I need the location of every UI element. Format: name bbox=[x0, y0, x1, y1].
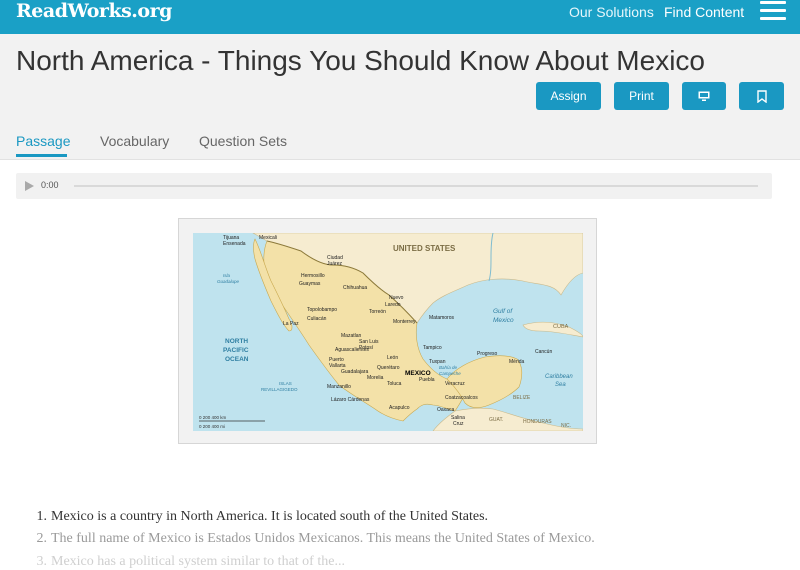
map-figure: UNITED STATES MEXICO NORTH PACIFIC OCEAN… bbox=[178, 218, 597, 444]
map-city-label: Torreón bbox=[369, 309, 386, 315]
map-label-pacific: PACIFIC bbox=[223, 347, 249, 354]
map-city-label: Guadalajara bbox=[341, 369, 368, 375]
monitor-icon bbox=[698, 91, 710, 102]
map-label-belize: BELIZE bbox=[513, 395, 531, 401]
map-city-label: Monterrey bbox=[393, 319, 416, 325]
map-city-label: Lázaro Cárdenas bbox=[331, 397, 370, 403]
page-title: North America - Things You Should Know A… bbox=[16, 45, 705, 76]
line-text: The full name of Mexico is Estados Unido… bbox=[51, 531, 595, 546]
passage-line: 1. Mexico is a country in North America. … bbox=[30, 509, 489, 525]
nav-find-content[interactable]: Find Content bbox=[664, 4, 744, 20]
map-label-cuba: CUBA bbox=[553, 324, 569, 330]
map-label-mexico: MEXICO bbox=[405, 370, 431, 377]
audio-player: 0:00 bbox=[16, 173, 772, 199]
active-tab-indicator bbox=[16, 154, 67, 157]
audio-progress-track[interactable] bbox=[74, 185, 758, 187]
audio-time: 0:00 bbox=[41, 180, 59, 190]
map-label-islas-2: REVILLAGIGEDO bbox=[261, 387, 298, 392]
map-city-label: Puebla bbox=[419, 377, 435, 383]
assign-button[interactable]: Assign bbox=[536, 82, 601, 110]
map-city-label: Morelia bbox=[367, 375, 384, 381]
map-city-label: Topolobampo bbox=[307, 307, 337, 313]
map-label-north: NORTH bbox=[225, 338, 248, 345]
map-city-label: La Paz bbox=[283, 321, 299, 327]
map-city-label: León bbox=[387, 355, 398, 361]
map-city-label: Cancún bbox=[535, 349, 552, 355]
map-city-label: Toluca bbox=[387, 381, 402, 387]
map-city-label: Tuxpan bbox=[429, 359, 446, 365]
play-icon[interactable] bbox=[25, 181, 34, 191]
map-city-label: Cruz bbox=[453, 421, 464, 427]
map-city-label: Manzanillo bbox=[327, 384, 351, 390]
map-city-label: Aguascalientes bbox=[335, 347, 369, 353]
line-text: Mexico is a country in North America. It… bbox=[51, 509, 489, 524]
map-label-gulf-2: Mexico bbox=[493, 317, 514, 324]
map-label-gulf-1: Gulf of bbox=[493, 308, 513, 315]
passage-line: 3. Mexico has a political system similar … bbox=[30, 554, 345, 570]
map-city-label: Progreso bbox=[477, 351, 498, 357]
passage-line: 2. The full name of Mexico is Estados Uni… bbox=[30, 531, 595, 547]
print-button[interactable]: Print bbox=[614, 82, 669, 110]
map-label-islas-1: ISLAS bbox=[279, 381, 292, 386]
map-scale-km: 0 200 400 km bbox=[199, 415, 227, 420]
top-navbar: ReadWorks.org Our Solutions Find Content bbox=[0, 0, 800, 34]
map-label-nic: NIC. bbox=[561, 423, 571, 429]
map-city-label: Laredo bbox=[385, 302, 401, 308]
passage-header: North America - Things You Should Know A… bbox=[0, 34, 800, 160]
line-number: 2. bbox=[36, 531, 48, 546]
map-label-ocean: OCEAN bbox=[225, 356, 249, 363]
map-city-label: Ensenada bbox=[223, 241, 246, 247]
map-label-guat: GUAT. bbox=[489, 417, 503, 423]
line-number: 3. bbox=[36, 554, 48, 569]
map-label-isla-1: Isla bbox=[223, 273, 231, 278]
line-text: Mexico has a political system similar to… bbox=[51, 554, 345, 569]
map-city-label: Acapulco bbox=[389, 405, 410, 411]
mexico-map: UNITED STATES MEXICO NORTH PACIFIC OCEAN… bbox=[193, 233, 583, 431]
map-label-bahia-2: Campeche bbox=[439, 371, 461, 376]
map-city-label: Oaxaca bbox=[437, 407, 454, 413]
map-city-label: Tampico bbox=[423, 345, 442, 351]
map-label-usa: UNITED STATES bbox=[393, 244, 456, 253]
readworks-logo[interactable]: ReadWorks.org bbox=[16, 0, 172, 22]
map-city-label: Querétaro bbox=[377, 365, 400, 371]
map-city-label: Culiacán bbox=[307, 316, 327, 322]
map-city-label: Veracruz bbox=[445, 381, 465, 387]
map-city-label: Mérida bbox=[509, 359, 525, 365]
map-label-isla-2: Guadalupe bbox=[217, 279, 240, 284]
tab-passage[interactable]: Passage bbox=[16, 132, 70, 150]
map-city-label: Hermosillo bbox=[301, 273, 325, 279]
map-city-label: Guaymas bbox=[299, 281, 321, 287]
map-city-label: Matamoros bbox=[429, 315, 455, 321]
map-city-label: Coatzacoalcos bbox=[445, 395, 478, 401]
tab-question-sets[interactable]: Question Sets bbox=[199, 132, 287, 150]
map-city-label: Chihuahua bbox=[343, 285, 367, 291]
map-label-honduras: HONDURAS bbox=[523, 419, 552, 425]
present-button[interactable] bbox=[682, 82, 726, 110]
bookmark-icon bbox=[756, 90, 767, 104]
line-number: 1. bbox=[36, 509, 48, 524]
bookmark-button[interactable] bbox=[739, 82, 784, 110]
tab-vocabulary[interactable]: Vocabulary bbox=[100, 132, 169, 150]
hamburger-menu-icon[interactable] bbox=[760, 1, 786, 21]
nav-our-solutions[interactable]: Our Solutions bbox=[569, 4, 654, 20]
map-city-label: Mexicali bbox=[259, 235, 277, 241]
map-city-label: Juárez bbox=[327, 261, 343, 267]
map-label-bahia-1: Bahía de bbox=[439, 365, 458, 370]
map-city-label: Nuevo bbox=[389, 295, 404, 301]
map-scale-mi: 0 200 400 mi bbox=[199, 424, 225, 429]
map-label-caribbean-2: Sea bbox=[555, 382, 566, 388]
map-label-caribbean-1: Caribbean bbox=[545, 374, 573, 380]
